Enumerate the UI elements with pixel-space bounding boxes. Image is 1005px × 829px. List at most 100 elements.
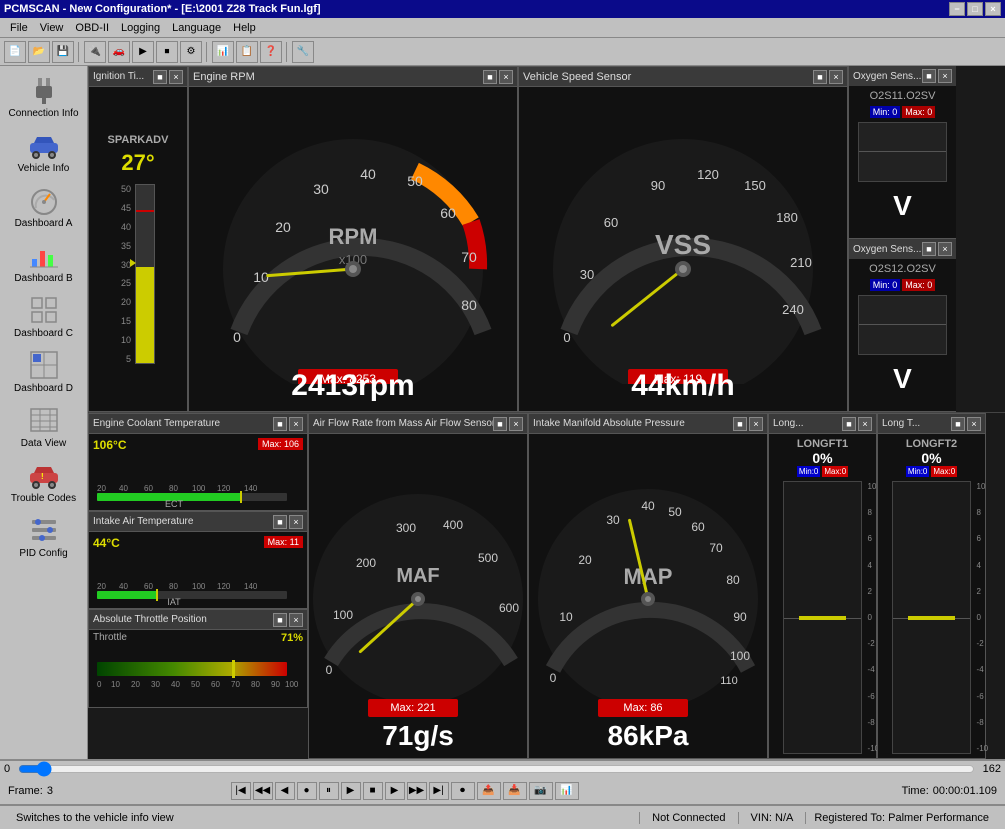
svg-text:120: 120 xyxy=(697,167,719,182)
frame-value: 3 xyxy=(47,785,53,797)
maf-minimize[interactable]: ■ xyxy=(493,417,507,431)
svg-text:100: 100 xyxy=(192,484,206,493)
camera-button[interactable]: 📷 xyxy=(529,782,553,800)
menu-help[interactable]: Help xyxy=(227,20,262,36)
svg-text:90: 90 xyxy=(733,610,747,624)
longft2-close[interactable]: × xyxy=(967,417,981,431)
tb-btn-10[interactable]: 📋 xyxy=(236,41,258,63)
ect-minimize[interactable]: ■ xyxy=(273,417,287,431)
rpm-close[interactable]: × xyxy=(499,70,513,84)
sidebar-item-trouble-codes[interactable]: ! Trouble Codes xyxy=(2,455,86,508)
o2s11-close[interactable]: × xyxy=(938,69,952,83)
rec-stop-button[interactable]: ■ xyxy=(363,782,383,800)
iat-close[interactable]: × xyxy=(289,515,303,529)
sidebar-item-dashboard-c[interactable]: Dashboard C xyxy=(2,290,86,343)
o2s11-minimize[interactable]: ■ xyxy=(922,69,936,83)
maf-close[interactable]: × xyxy=(509,417,523,431)
svg-text:70: 70 xyxy=(709,541,723,555)
o2s11-content: O2S11.O2SV Min: 0 Max: 0 V xyxy=(849,86,956,238)
vss-close[interactable]: × xyxy=(829,70,843,84)
prev-frame-button[interactable]: ◀◀ xyxy=(253,782,273,800)
tb-btn-7[interactable]: ⏹ xyxy=(156,41,178,63)
tb-btn-9[interactable]: 📊 xyxy=(212,41,234,63)
longft1-controls: ■ × xyxy=(842,417,872,431)
ignition-scale: 50 45 40 35 30 25 20 15 10 5 xyxy=(121,184,131,364)
menu-logging[interactable]: Logging xyxy=(115,20,166,36)
new-button[interactable]: 📄 xyxy=(4,41,26,63)
playback-controls: Frame: 3 |◀ ◀◀ ◀ ● ⏸ ▶ ■ ▶ ▶▶ ▶| ⏺ 📤 📥 📷… xyxy=(0,777,1005,805)
tb-btn-4[interactable]: 🔌 xyxy=(84,41,106,63)
iat-controls: ■ × xyxy=(273,515,303,529)
save-button[interactable]: 💾 xyxy=(52,41,74,63)
skip-to-end-button[interactable]: ▶| xyxy=(429,782,449,800)
tb-btn-11[interactable]: ❓ xyxy=(260,41,282,63)
longft1-close[interactable]: × xyxy=(858,417,872,431)
longft1-minimize[interactable]: ■ xyxy=(842,417,856,431)
sidebar-item-dashboard-a[interactable]: Dashboard A xyxy=(2,180,86,233)
map-minimize[interactable]: ■ xyxy=(733,417,747,431)
sidebar-item-connection-info[interactable]: Connection Info xyxy=(2,70,86,123)
open-button[interactable]: 📂 xyxy=(28,41,50,63)
chart-button[interactable]: 📊 xyxy=(555,782,579,800)
minimize-button[interactable]: − xyxy=(949,2,965,16)
svg-text:0: 0 xyxy=(550,671,557,685)
menu-language[interactable]: Language xyxy=(166,20,227,36)
vss-minimize[interactable]: ■ xyxy=(813,70,827,84)
tb-btn-6[interactable]: ▶ xyxy=(132,41,154,63)
svg-text:60: 60 xyxy=(211,680,220,689)
export-button[interactable]: 📤 xyxy=(477,782,501,800)
import-button[interactable]: 📥 xyxy=(503,782,527,800)
ignition-close[interactable]: × xyxy=(169,70,183,84)
pause-button[interactable]: ⏸ xyxy=(319,782,339,800)
table-icon xyxy=(28,404,60,436)
stop-button[interactable]: ● xyxy=(297,782,317,800)
title-bar: PCMSCAN - New Configuration* - [E:\2001 … xyxy=(0,0,1005,18)
svg-text:120: 120 xyxy=(217,582,231,591)
tb-btn-12[interactable]: 🔧 xyxy=(292,41,314,63)
o2s12-minimize[interactable]: ■ xyxy=(922,242,936,256)
ignition-value: 27° xyxy=(121,150,154,176)
ect-close[interactable]: × xyxy=(289,417,303,431)
skip-to-start-button[interactable]: |◀ xyxy=(231,782,251,800)
sidebar-item-dashboard-d[interactable]: Dashboard D xyxy=(2,345,86,398)
o2s12-close[interactable]: × xyxy=(938,242,952,256)
menu-view[interactable]: View xyxy=(34,20,70,36)
tb-btn-8[interactable]: ⚙ xyxy=(180,41,202,63)
svg-text:80: 80 xyxy=(169,582,178,591)
playback-slider[interactable] xyxy=(18,761,975,777)
throttle-minimize[interactable]: ■ xyxy=(273,613,287,627)
next-step-button[interactable]: ▶ xyxy=(385,782,405,800)
map-close[interactable]: × xyxy=(749,417,763,431)
close-button[interactable]: × xyxy=(985,2,1001,16)
maximize-button[interactable]: □ xyxy=(967,2,983,16)
gauges-area: Ignition Ti... ■ × SPARKADV 27° 50 45 xyxy=(88,66,1005,759)
o2s12-panel: Oxygen Sens... ■ × O2S12.O2SV Min: 0 Max… xyxy=(849,239,956,412)
iat-bargraph-svg: 20 40 60 80 100 120 140 xyxy=(89,553,299,608)
prev-step-button[interactable]: ◀ xyxy=(275,782,295,800)
sidebar-item-pid-config[interactable]: PID Config xyxy=(2,510,86,563)
play-button[interactable]: ▶ xyxy=(341,782,361,800)
tb-btn-5[interactable]: 🚗 xyxy=(108,41,130,63)
o2s12-min-label: Min: 0 xyxy=(870,279,901,291)
longft2-minimize[interactable]: ■ xyxy=(951,417,965,431)
sidebar-item-data-view[interactable]: Data View xyxy=(2,400,86,453)
svg-text:90: 90 xyxy=(651,178,665,193)
o2s11-bargraph xyxy=(858,122,947,182)
o2s12-max-label: Max: 0 xyxy=(902,279,935,291)
throttle-close[interactable]: × xyxy=(289,613,303,627)
status-registered: Registered To: Palmer Performance xyxy=(806,812,997,824)
longft2-panel: Long T... ■ × LONGFT2 0% Min:0 Max:0 xyxy=(877,413,986,759)
next-frame-button[interactable]: ▶▶ xyxy=(407,782,427,800)
record-button[interactable]: ⏺ xyxy=(451,782,475,800)
sidebar-item-dashboard-b[interactable]: Dashboard B xyxy=(2,235,86,288)
menu-file[interactable]: File xyxy=(4,20,34,36)
menu-obdii[interactable]: OBD-II xyxy=(69,20,115,36)
toolbar-separator-1 xyxy=(78,42,80,62)
iat-minimize[interactable]: ■ xyxy=(273,515,287,529)
ignition-minimize[interactable]: ■ xyxy=(153,70,167,84)
toolbar-separator-2 xyxy=(206,42,208,62)
throttle-value: 71% xyxy=(281,632,303,644)
rpm-minimize[interactable]: ■ xyxy=(483,70,497,84)
sidebar-item-vehicle-info[interactable]: Vehicle Info xyxy=(2,125,86,178)
o2s11-minmax: Min: 0 Max: 0 xyxy=(870,106,936,118)
